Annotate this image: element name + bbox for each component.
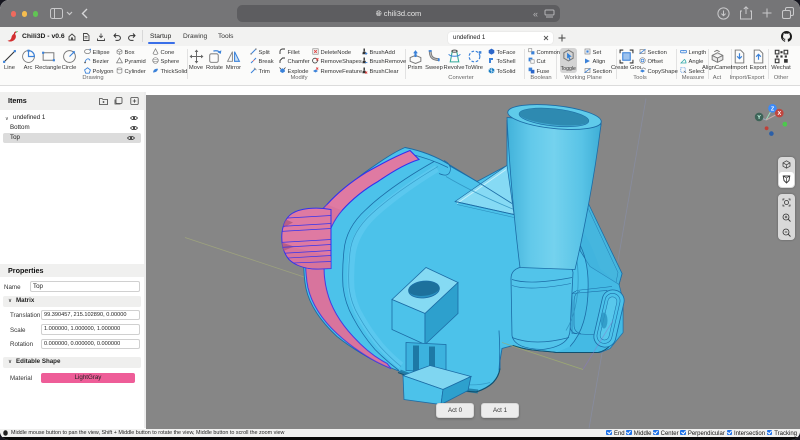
- svg-text:X: X: [777, 111, 781, 117]
- svg-text:Y: Y: [757, 115, 761, 121]
- svg-text:«: «: [533, 9, 541, 18]
